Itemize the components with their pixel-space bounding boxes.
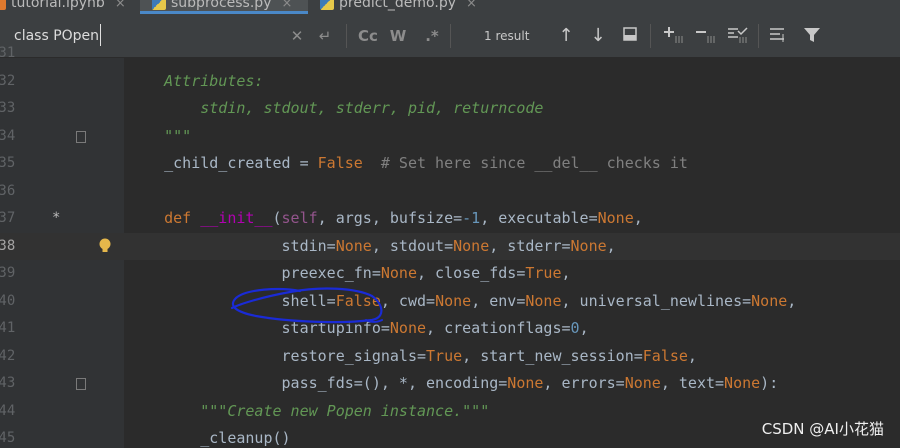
line-number: 342 — [0, 347, 16, 364]
close-tab-icon[interactable]: × — [281, 0, 292, 11]
code-text: Attributes: — [128, 71, 264, 90]
tab-label: predict_demo.py — [339, 0, 456, 11]
close-tab-icon[interactable]: × — [466, 0, 477, 11]
code-line: 331 — [0, 40, 900, 68]
line-number: 341 — [0, 320, 16, 336]
code-line: 340 shell=False, cwd=None, env=None, uni… — [0, 288, 900, 316]
code-text: stdin=None, stdout=None, stderr=None, — [128, 236, 616, 255]
code-text: preexec_fn=None, close_fds=True, — [128, 264, 571, 282]
lightbulb-icon[interactable] — [98, 238, 112, 254]
line-number: 345 — [0, 430, 16, 446]
close-tab-icon[interactable]: × — [115, 0, 126, 11]
line-number: 338 — [0, 237, 16, 254]
code-line: 334 """ — [0, 123, 900, 151]
code-line: 341 startupinfo=None, creationflags=0, — [0, 315, 900, 343]
tab-label: tutorial.ipynb — [11, 0, 105, 11]
code-line: 332 Attributes: — [0, 68, 900, 96]
line-number: 335 — [0, 155, 16, 171]
code-text: """ — [128, 126, 192, 145]
line-number: 340 — [0, 292, 16, 309]
code-text: _child_created = False # Set here since … — [128, 154, 688, 172]
code-text: _cleanup() — [128, 429, 291, 447]
code-text: restore_signals=True, start_new_session=… — [128, 346, 697, 365]
editor-tab-bar: tutorial.ipynb × subprocess.py × predict… — [0, 0, 900, 14]
notebook-icon — [0, 0, 6, 10]
line-number: 331 — [0, 45, 16, 61]
line-number: 339 — [0, 265, 16, 281]
line-number: 333 — [0, 100, 16, 116]
code-text: startupinfo=None, creationflags=0, — [128, 319, 589, 337]
code-line: 335 _child_created = False # Set here si… — [0, 150, 900, 178]
line-number: 332 — [0, 72, 16, 89]
code-text: shell=False, cwd=None, env=None, univers… — [128, 291, 797, 310]
python-file-icon — [152, 0, 166, 10]
line-number: 343 — [0, 375, 16, 391]
tab-tutorial-ipynb[interactable]: tutorial.ipynb × — [0, 0, 132, 14]
code-text: pass_fds=(), *, encoding=None, errors=No… — [128, 374, 779, 392]
code-text: def __init__(self, args, bufsize=-1, exe… — [128, 209, 643, 227]
fold-icon[interactable] — [76, 378, 86, 390]
override-marker: * — [52, 210, 61, 226]
tab-predict-demo-py[interactable]: predict_demo.py × — [320, 0, 490, 14]
python-file-icon — [320, 0, 334, 10]
code-line: 333 stdin, stdout, stderr, pid, returnco… — [0, 95, 900, 123]
line-number: 337 — [0, 210, 16, 226]
code-line: 337 * def __init__(self, args, bufsize=-… — [0, 205, 900, 233]
code-line: 339 preexec_fn=None, close_fds=True, — [0, 260, 900, 288]
watermark: CSDN @AI小花猫 — [761, 420, 884, 438]
fold-icon[interactable] — [76, 130, 86, 143]
line-number: 344 — [0, 402, 16, 419]
code-line: 343 pass_fds=(), *, encoding=None, error… — [0, 370, 900, 398]
tab-label: subprocess.py — [171, 0, 272, 11]
code-text: """Create new Popen instance.""" — [128, 401, 490, 420]
code-line-current: 338 stdin=None, stdout=None, stderr=None… — [0, 232, 900, 260]
code-text: stdin, stdout, stderr, pid, returncode — [128, 99, 544, 117]
tab-subprocess-py[interactable]: subprocess.py × — [140, 0, 308, 14]
code-line: 336 — [0, 178, 900, 206]
code-line: 342 restore_signals=True, start_new_sess… — [0, 343, 900, 371]
line-number: 334 — [0, 127, 16, 144]
line-number: 336 — [0, 182, 16, 199]
